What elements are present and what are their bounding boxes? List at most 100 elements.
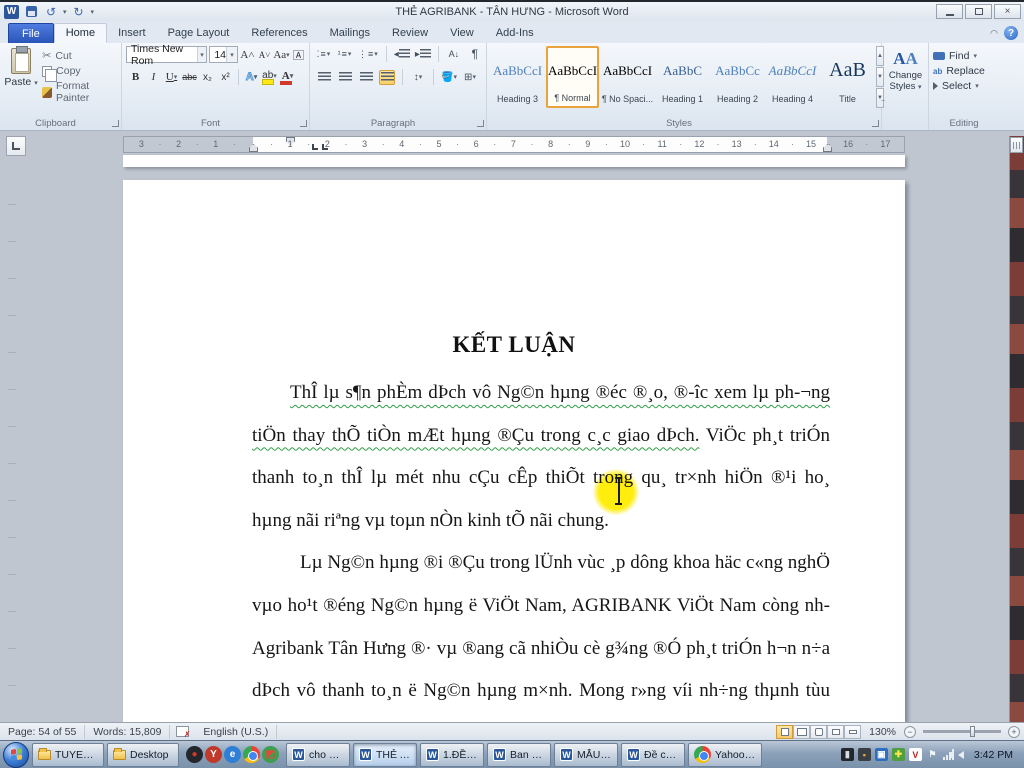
document-line[interactable]: ThÎ lµ s¶n phÈm dÞch vô Ng©n hµng ®éc ®¸…	[252, 372, 830, 415]
increase-indent-icon[interactable]: ▸	[415, 47, 431, 62]
taskbar-folder-desktop[interactable]: Desktop	[107, 743, 179, 767]
strikethrough-icon[interactable]: abc	[182, 69, 197, 85]
tab-page-layout[interactable]: Page Layout	[157, 23, 241, 43]
internet-app-icon[interactable]: e	[224, 746, 241, 763]
grow-font-icon[interactable]: A˄	[240, 47, 255, 63]
full-screen-reading-view-icon[interactable]	[793, 725, 810, 739]
document-line[interactable]: tiÖn thay thÕ tiÒn mÆt hµng ®Çu trong c¸…	[252, 415, 830, 458]
document-line[interactable]: dÞch vô thanh to¸n ë Ng©n hµng m×nh. Mon…	[252, 670, 830, 713]
outline-view-icon[interactable]	[827, 725, 844, 739]
font-dialog-launcher-icon[interactable]	[300, 120, 307, 127]
print-layout-view-icon[interactable]	[776, 725, 793, 739]
highlight-color-icon[interactable]: ab▾	[262, 69, 277, 85]
font-name-combo[interactable]: Times New Rom▾	[126, 46, 207, 63]
tab-mailings[interactable]: Mailings	[319, 23, 381, 43]
tab-stop-marker[interactable]	[312, 144, 318, 150]
change-case-icon[interactable]: Aa▾	[274, 47, 289, 63]
taskbar-word-th-agr[interactable]: WTHẺ AGR...	[353, 743, 417, 767]
italic-icon[interactable]: I	[146, 69, 161, 85]
proofing-errors-icon[interactable]	[176, 726, 189, 737]
align-right-icon[interactable]	[358, 70, 374, 85]
find-button[interactable]: Find▾	[933, 50, 1006, 62]
justify-icon[interactable]	[379, 70, 395, 85]
media-tray-icon[interactable]: ▮	[841, 748, 854, 761]
draft-view-icon[interactable]	[844, 725, 861, 739]
qat-customize-icon[interactable]: ▾	[91, 8, 95, 16]
document-line[interactable]: Lµ Ng©n hµng ®i ®Çu trong lÜnh vùc ¸p dô…	[252, 542, 830, 585]
style-heading-2[interactable]: AaBbCcHeading 2	[711, 46, 764, 108]
zoom-out-icon[interactable]: −	[904, 726, 916, 738]
clear-formatting-icon[interactable]: 🄰	[291, 47, 306, 63]
start-button[interactable]	[3, 742, 29, 768]
style-normal[interactable]: AaBbCcI¶ Normal	[546, 46, 599, 108]
taskbar-clock[interactable]: 3:42 PM	[969, 749, 1021, 761]
tab-stop-selector[interactable]	[6, 136, 26, 156]
ruler-toggle-button[interactable]	[1010, 137, 1023, 153]
document-line[interactable]: Agribank Tân Hưng ®· vµ ®ang cã nhiÒu cè…	[252, 628, 830, 671]
taskbar-word-ban-han[interactable]: WBan han...	[487, 743, 551, 767]
bold-icon[interactable]: B	[128, 69, 143, 85]
multilevel-list-icon[interactable]: ⋮≡▾	[358, 47, 379, 62]
style-heading-4[interactable]: AaBbCcIHeading 4	[766, 46, 819, 108]
photo-app-icon[interactable]: ◩	[262, 746, 279, 763]
tab-add-ins[interactable]: Add-Ins	[485, 23, 545, 43]
horizontal-ruler[interactable]: 3211234567891011121314151617············…	[123, 136, 905, 153]
media-player-app-icon[interactable]: ●	[186, 746, 203, 763]
update-tray-icon[interactable]: ✚	[892, 748, 905, 761]
zoom-level[interactable]: 130%	[865, 726, 900, 738]
yahoo-messenger-app-icon[interactable]: Y	[205, 746, 222, 763]
save-icon[interactable]	[23, 5, 39, 19]
taskbar-word-1-c[interactable]: W1.ĐỀ CƯ...	[420, 743, 484, 767]
font-color-icon[interactable]: A▾	[280, 69, 295, 85]
chrome-app-icon[interactable]	[243, 746, 260, 763]
change-styles-button[interactable]: AA Change Styles ▾	[886, 46, 925, 93]
align-center-icon[interactable]	[337, 70, 353, 85]
document-page[interactable]: KẾT LUẬN ThÎ lµ s¶n phÈm dÞch vô Ng©n hµ…	[123, 180, 905, 722]
tab-insert[interactable]: Insert	[107, 23, 157, 43]
styles-dialog-launcher-icon[interactable]	[872, 120, 879, 127]
app-tray-icon[interactable]: ▪	[858, 748, 871, 761]
web-layout-view-icon[interactable]	[810, 725, 827, 739]
superscript-icon[interactable]: x²	[218, 69, 233, 85]
document-line[interactable]: hµng nãi riªng vµ toµn nÒn kinh tÕ nãi c…	[252, 500, 830, 543]
format-painter-button[interactable]: Format Painter	[42, 80, 118, 104]
subscript-icon[interactable]: x₂	[200, 69, 215, 85]
font-size-combo[interactable]: 14▾	[209, 46, 238, 63]
vietkey-tray-icon[interactable]: V	[909, 748, 922, 761]
zoom-slider[interactable]	[923, 730, 1001, 733]
zoom-slider-thumb[interactable]	[970, 726, 975, 737]
word-count[interactable]: Words: 15,809	[85, 726, 169, 738]
close-button[interactable]: ×	[994, 4, 1021, 19]
borders-icon[interactable]: ⊞▾	[462, 70, 478, 85]
paste-button[interactable]: Paste ▾	[4, 46, 38, 104]
align-left-icon[interactable]	[316, 70, 332, 85]
language-indicator[interactable]: English (U.S.)	[195, 726, 276, 738]
word-logo-icon[interactable]: W	[4, 5, 19, 19]
restore-button[interactable]	[965, 4, 992, 19]
document-body[interactable]: ThÎ lµ s¶n phÈm dÞch vô Ng©n hµng ®éc ®¸…	[252, 372, 830, 713]
minimize-button[interactable]	[936, 4, 963, 19]
redo-icon[interactable]: ↻	[71, 5, 87, 19]
select-button[interactable]: Select▾	[933, 80, 1006, 92]
replace-button[interactable]: ab Replace	[933, 65, 1006, 77]
style-no-spaci[interactable]: AaBbCcI¶ No Spaci...	[601, 46, 654, 108]
action-center-tray-icon[interactable]: ⚑	[926, 748, 939, 761]
cut-button[interactable]: ✂ Cut	[42, 49, 118, 62]
shrink-font-icon[interactable]: A˅	[257, 47, 272, 63]
style-heading-3[interactable]: AaBbCcIHeading 3	[491, 46, 544, 108]
show-hide-paragraph-icon[interactable]: ¶	[467, 47, 483, 62]
clipboard-dialog-launcher-icon[interactable]	[112, 120, 119, 127]
bullets-icon[interactable]: ⁚≡▾	[316, 47, 332, 62]
page-count[interactable]: Page: 54 of 55	[0, 726, 84, 738]
underline-icon[interactable]: U▾	[164, 69, 179, 85]
taskbar-word-m-u-b-a[interactable]: WMẪU BÌA...	[554, 743, 618, 767]
numbering-icon[interactable]: ¹≡▾	[337, 47, 353, 62]
decrease-indent-icon[interactable]: ◂	[394, 47, 410, 62]
line-spacing-icon[interactable]: ↕▾	[410, 70, 426, 85]
taskbar-word-c-n[interactable]: WĐề cươn...	[621, 743, 685, 767]
zoom-in-icon[interactable]: +	[1008, 726, 1020, 738]
document-line[interactable]: thanh to¸n thÎ lµ mét nhu cÇu cÊp thiÕt …	[252, 457, 830, 500]
document-line[interactable]: vµo ho¹t ®éng Ng©n hµng ë ViÖt Nam, AGRI…	[252, 585, 830, 628]
paragraph-dialog-launcher-icon[interactable]	[477, 120, 484, 127]
sort-icon[interactable]: A↓	[446, 47, 462, 62]
